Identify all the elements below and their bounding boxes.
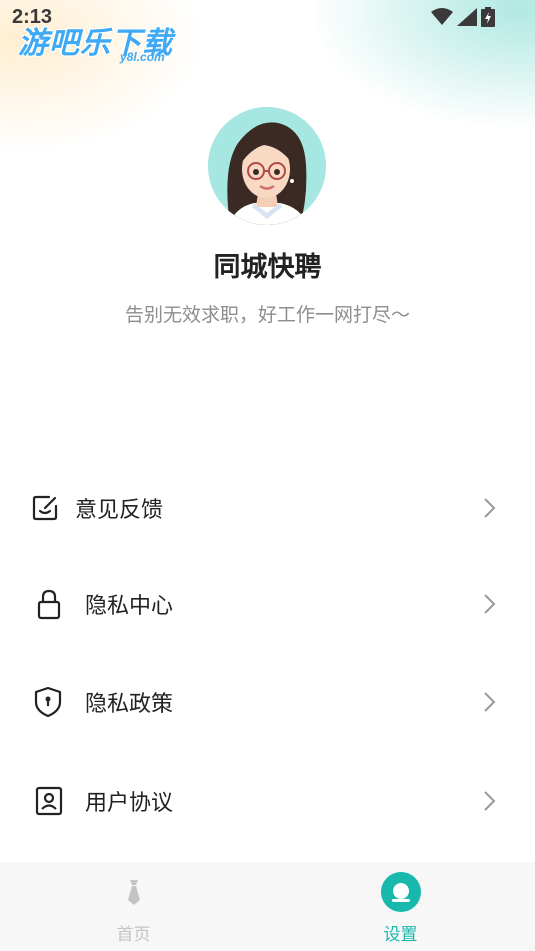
battery-icon — [481, 7, 495, 27]
chevron-right-icon — [480, 496, 498, 520]
feedback-icon — [30, 492, 60, 524]
menu-item-privacy-center[interactable]: 隐私中心 — [0, 564, 535, 644]
shield-icon — [33, 686, 63, 718]
cellular-signal-icon — [457, 8, 477, 26]
menu-item-label: 隐私政策 — [85, 692, 174, 717]
tab-settings[interactable]: 设置 — [267, 862, 534, 951]
menu-item-label: 意见反馈 — [75, 498, 164, 523]
menu-item-label: 隐私中心 — [85, 594, 174, 619]
chevron-right-icon — [480, 690, 498, 714]
avatar-illustration — [208, 107, 326, 225]
avatar — [208, 107, 326, 225]
tab-home-label: 首页 — [116, 925, 151, 945]
user-agreement-icon — [34, 785, 64, 817]
watermark-sub: y8l.com — [120, 50, 165, 64]
tie-icon — [126, 878, 142, 910]
app-name: 同城快聘 — [213, 252, 322, 283]
chevron-right-icon — [480, 592, 498, 616]
wifi-icon — [431, 8, 453, 25]
chevron-right-icon — [480, 789, 498, 813]
status-icons — [431, 7, 495, 27]
app-slogan: 告别无效求职，好工作一网打尽～ — [124, 304, 410, 326]
watermark-logo: 游吧乐下载 y8l.com — [18, 18, 173, 64]
menu-item-label: 用户协议 — [85, 791, 174, 816]
tab-home[interactable]: 首页 — [0, 862, 267, 951]
menu-item-feedback[interactable]: 意见反馈 — [0, 468, 535, 548]
bottom-nav: 首页 设置 — [0, 862, 535, 951]
menu-item-privacy-policy[interactable]: 隐私政策 — [0, 662, 535, 742]
settings-tab-icon — [380, 872, 421, 916]
tab-settings-label: 设置 — [383, 925, 418, 945]
lock-icon — [34, 588, 64, 620]
menu-item-user-agreement[interactable]: 用户协议 — [0, 761, 535, 841]
